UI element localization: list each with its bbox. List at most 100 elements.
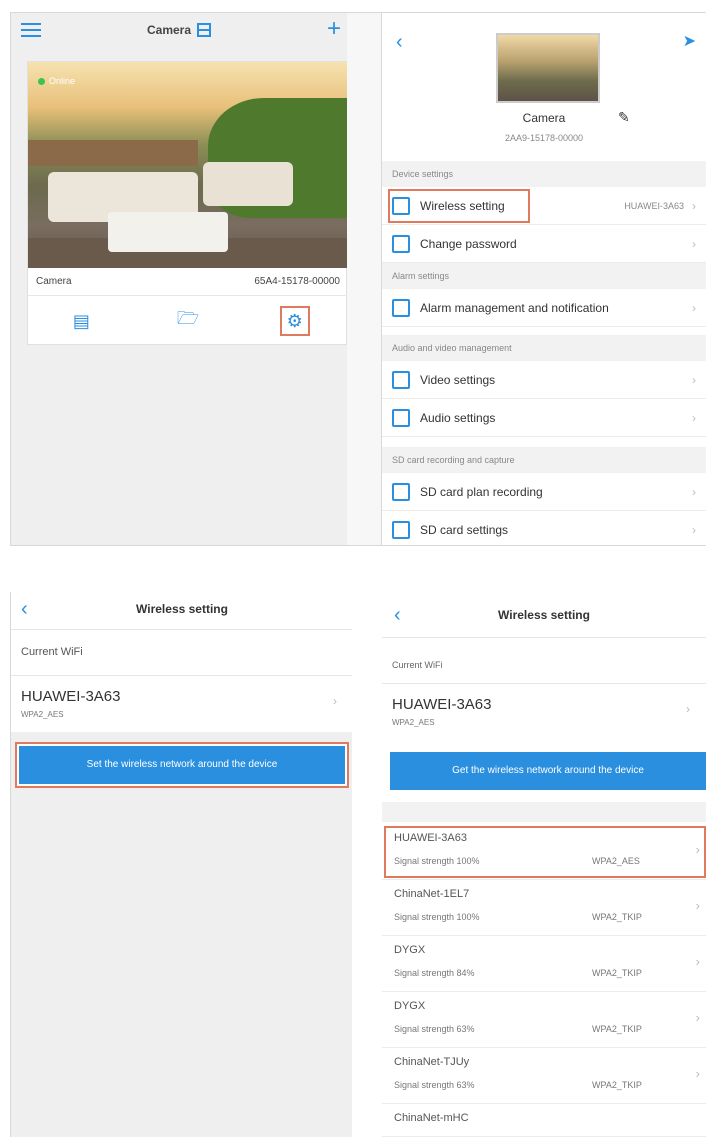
wireless-header: ‹ Wireless setting: [382, 592, 706, 638]
online-dot-icon: [38, 77, 45, 85]
network-ssid: DYGX: [394, 1000, 426, 1012]
chevron-right-icon: ›: [695, 1010, 700, 1025]
section-device-settings: Device settings: [382, 161, 706, 187]
row-label: Video settings: [420, 372, 496, 387]
network-signal: Signal strength 100%: [394, 912, 480, 922]
network-ssid: DYGX: [394, 944, 426, 956]
playback-icon[interactable]: ▤: [66, 306, 96, 336]
camera-actions: ▤ 🗁 ⚙: [28, 296, 348, 346]
chevron-right-icon: ›: [695, 1066, 700, 1081]
current-security: WPA2_AES: [21, 710, 64, 719]
calendar-icon: [392, 482, 410, 501]
network-ssid: ChinaNet-TJUy: [394, 1056, 470, 1068]
share-icon[interactable]: ➤: [683, 31, 696, 51]
row-audio-settings[interactable]: Audio settings ›: [382, 399, 706, 437]
edit-icon[interactable]: ✎: [618, 109, 630, 126]
highlight-network: [384, 826, 706, 878]
wireless-header: ‹ Wireless setting: [11, 592, 352, 630]
network-ssid: ChinaNet-mHC: [394, 1112, 469, 1124]
current-security: WPA2_AES: [392, 718, 435, 727]
chevron-right-icon: ›: [333, 694, 337, 708]
network-item[interactable]: ChinaNet-mHC: [382, 1104, 706, 1137]
settings-icon[interactable]: ⚙: [279, 306, 310, 336]
chevron-right-icon: ›: [686, 702, 690, 716]
camera-name: Camera: [36, 276, 72, 287]
page-title: Wireless setting: [498, 608, 590, 622]
row-label: SD card settings: [420, 522, 509, 537]
wireless-screen-initial: ‹ Wireless setting Current WiFi HUAWEI-3…: [10, 592, 352, 1137]
chevron-right-icon: ›: [692, 372, 696, 387]
row-alarm[interactable]: Alarm management and notification ›: [382, 289, 706, 327]
folder-icon[interactable]: 🗁: [173, 306, 203, 336]
network-security: WPA2_TKIP: [592, 1024, 642, 1034]
network-item[interactable]: ChinaNet-1EL7 Signal strength 100% WPA2_…: [382, 880, 706, 936]
row-value: HUAWEI-3A63: [624, 200, 684, 211]
row-sd-settings[interactable]: SD card settings ›: [382, 511, 706, 545]
chevron-right-icon: ›: [692, 236, 696, 251]
chevron-right-icon: ›: [692, 484, 696, 499]
home-screen: Camera + Online Camera 65A4-15178-00000 …: [10, 12, 382, 546]
chevron-right-icon: ›: [695, 954, 700, 969]
page-title: Wireless setting: [136, 602, 228, 616]
row-label: Alarm management and notification: [420, 300, 609, 315]
network-signal: Signal strength 63%: [394, 1024, 475, 1034]
row-change-password[interactable]: Change password ›: [382, 225, 706, 263]
network-security: WPA2_TKIP: [592, 912, 642, 922]
current-wifi-label: Current WiFi: [11, 630, 352, 676]
device-id: 2AA9-15178-00000: [504, 133, 584, 143]
current-wifi-row[interactable]: HUAWEI-3A63 WPA2_AES ›: [382, 684, 706, 740]
row-video-settings[interactable]: Video settings ›: [382, 361, 706, 399]
lock-icon: [392, 234, 410, 253]
device-thumbnail: [496, 33, 600, 103]
grid-icon[interactable]: [197, 23, 212, 37]
settings-header: ‹ ➤ Camera ✎ 2AA9-15178-00000: [382, 13, 706, 161]
highlight-wireless: [388, 189, 530, 223]
scan-networks-button[interactable]: Get the wireless network around the devi…: [390, 752, 706, 790]
menu-icon[interactable]: [21, 23, 41, 37]
camera-preview[interactable]: Online: [28, 62, 348, 268]
chevron-right-icon: ›: [692, 410, 696, 425]
section-alarm: Alarm settings: [382, 263, 706, 289]
separator: [382, 802, 706, 822]
chevron-right-icon: ›: [695, 898, 700, 913]
network-item[interactable]: DYGX Signal strength 63% WPA2_TKIP ›: [382, 992, 706, 1048]
alarm-icon: [392, 298, 410, 317]
chevron-right-icon: ›: [692, 522, 696, 537]
settings-screen: ‹ ➤ Camera ✎ 2AA9-15178-00000 Device set…: [382, 12, 706, 546]
network-security: WPA2_TKIP: [592, 1080, 642, 1090]
current-ssid: HUAWEI-3A63: [392, 696, 492, 713]
camera-id: 65A4-15178-00000: [254, 276, 340, 287]
section-sd-card: SD card recording and capture: [382, 447, 706, 473]
row-label: SD card plan recording: [420, 484, 543, 499]
row-label: Change password: [420, 236, 517, 251]
section-audio-video: Audio and video management: [382, 335, 706, 361]
chevron-right-icon: ›: [692, 198, 696, 213]
network-signal: Signal strength 63%: [394, 1080, 475, 1090]
current-ssid: HUAWEI-3A63: [21, 688, 121, 705]
highlight-scan-button: Set the wireless network around the devi…: [15, 742, 349, 788]
network-signal: Signal strength 84%: [394, 968, 475, 978]
plus-icon[interactable]: +: [327, 17, 341, 41]
video-icon: [392, 370, 410, 389]
online-status: Online: [38, 76, 75, 86]
back-icon[interactable]: ‹: [396, 31, 403, 54]
audio-icon: [392, 408, 410, 427]
row-label: Audio settings: [420, 410, 496, 425]
network-item[interactable]: ChinaNet-TJUy Signal strength 63% WPA2_T…: [382, 1048, 706, 1104]
current-wifi-row[interactable]: HUAWEI-3A63 WPA2_AES ›: [11, 676, 352, 732]
sd-card-icon: [392, 520, 410, 539]
divider-strip: [347, 13, 381, 545]
row-sd-plan[interactable]: SD card plan recording ›: [382, 473, 706, 511]
home-title: Camera: [146, 23, 192, 37]
current-wifi-label: Current WiFi: [382, 644, 706, 684]
device-name: Camera: [522, 111, 566, 125]
home-header: Camera +: [11, 13, 347, 47]
camera-card[interactable]: Online Camera 65A4-15178-00000 ▤ 🗁 ⚙: [27, 61, 348, 346]
network-ssid: ChinaNet-1EL7: [394, 888, 470, 900]
network-security: WPA2_TKIP: [592, 968, 642, 978]
scan-networks-button[interactable]: Set the wireless network around the devi…: [19, 746, 345, 784]
chevron-right-icon: ›: [692, 300, 696, 315]
network-item[interactable]: DYGX Signal strength 84% WPA2_TKIP ›: [382, 936, 706, 992]
online-label: Online: [49, 76, 76, 86]
wireless-screen-list: ‹ Wireless setting Current WiFi HUAWEI-3…: [382, 592, 706, 1137]
